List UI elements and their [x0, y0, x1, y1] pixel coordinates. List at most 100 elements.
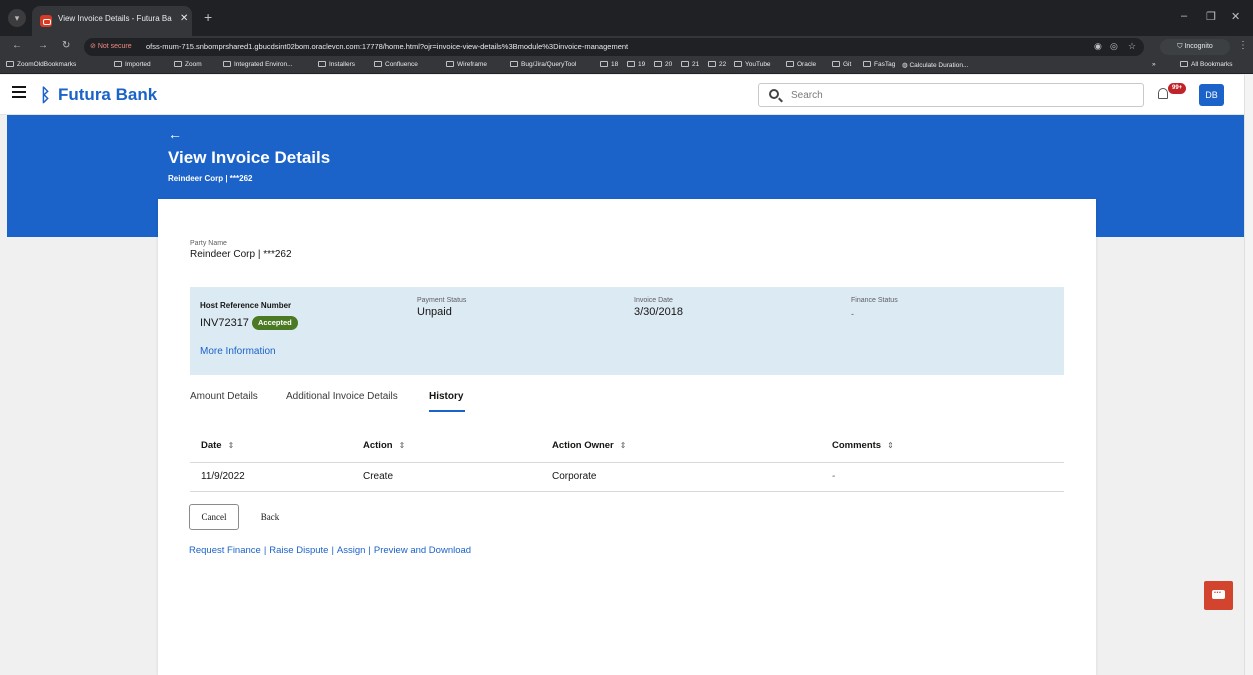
page-title: View Invoice Details: [168, 148, 331, 167]
tab-title: View Invoice Details - Futura Ba: [58, 14, 172, 23]
bookmark-folder[interactable]: FasTag: [863, 61, 895, 68]
bookmark-star-icon[interactable]: ☆: [1128, 41, 1136, 52]
bookmark-calculate-duration[interactable]: ◍ Calculate Duration...: [902, 61, 968, 69]
bookmark-folder[interactable]: 18: [600, 61, 618, 68]
bookmark-folder[interactable]: 19: [627, 61, 645, 68]
invoice-summary-panel: Host Reference Number INV72317 Accepted …: [190, 287, 1064, 375]
chat-icon: [1212, 585, 1225, 599]
bookmark-folder[interactable]: Git: [832, 61, 851, 68]
all-bookmarks[interactable]: All Bookmarks: [1180, 61, 1233, 68]
browser-tab[interactable]: View Invoice Details - Futura Ba ✕: [32, 6, 192, 36]
column-header-action[interactable]: Action ⇕: [363, 440, 405, 451]
back-button[interactable]: Back: [250, 504, 290, 530]
party-name-value: Reindeer Corp | ***262: [190, 249, 292, 260]
bookmark-folder[interactable]: 20: [654, 61, 672, 68]
cell-comments: -: [832, 471, 836, 482]
tab-additional-invoice-details[interactable]: Additional Invoice Details: [286, 391, 398, 402]
browser-menu-icon[interactable]: ⋮: [1238, 40, 1248, 51]
sort-icon[interactable]: ⇕: [887, 441, 894, 450]
bookmark-label: Calculate Duration...: [909, 62, 969, 69]
search-box[interactable]: [758, 83, 1144, 107]
sort-icon[interactable]: ⇕: [620, 441, 627, 450]
sort-icon[interactable]: ⇕: [228, 441, 235, 450]
column-header-action-owner[interactable]: Action Owner ⇕: [552, 440, 626, 451]
address-bar: ← → ↻ ⊘ Not secure ofss-mum-715.snbomprs…: [0, 36, 1253, 58]
host-reference-label: Host Reference Number: [200, 301, 292, 310]
invoice-date-value: 3/30/2018: [634, 306, 683, 318]
not-secure-label: Not secure: [97, 43, 132, 50]
active-tab-indicator: [429, 410, 465, 412]
sort-icon[interactable]: ⇕: [399, 441, 406, 450]
back-arrow-icon[interactable]: ←: [168, 126, 182, 142]
tab-history[interactable]: History: [429, 391, 463, 402]
hamburger-menu-icon[interactable]: [12, 86, 26, 98]
brand-name[interactable]: Futura Bank: [58, 85, 157, 105]
bookmark-folder[interactable]: Installers: [318, 61, 355, 68]
assign-link[interactable]: Assign: [337, 545, 366, 556]
bookmark-label: Integrated Environ...: [234, 61, 293, 68]
bookmark-folder[interactable]: Oracle: [786, 61, 816, 68]
back-nav-icon[interactable]: ←: [12, 40, 22, 51]
restore-icon[interactable]: ❐: [1206, 10, 1216, 23]
cell-date: 11/9/2022: [201, 471, 245, 482]
scrollbar[interactable]: [1244, 75, 1253, 675]
bookmark-label: ZoomOldBookmarks: [17, 61, 77, 68]
link-separator: |: [368, 545, 371, 556]
reload-icon[interactable]: ↻: [62, 40, 70, 51]
request-finance-link[interactable]: Request Finance: [189, 545, 261, 556]
incognito-eye-icon[interactable]: ◎: [1110, 41, 1118, 52]
forward-nav-icon[interactable]: →: [38, 40, 48, 51]
avatar[interactable]: DB: [1199, 84, 1224, 106]
bookmark-folder[interactable]: Integrated Environ...: [223, 61, 293, 68]
oracle-favicon-icon: [40, 15, 52, 27]
raise-dispute-link[interactable]: Raise Dispute: [269, 545, 328, 556]
preview-download-link[interactable]: Preview and Download: [374, 545, 471, 556]
bookmark-label: Confluence: [385, 61, 418, 68]
finance-status-label: Finance Status: [851, 297, 898, 304]
search-icon[interactable]: [769, 89, 779, 99]
bookmark-label: Bug/Jira/QueryTool: [521, 61, 577, 68]
bookmark-folder[interactable]: ZoomOldBookmarks: [6, 61, 76, 68]
close-window-icon[interactable]: ✕: [1231, 10, 1240, 23]
tab-close-icon[interactable]: ✕: [180, 13, 188, 24]
bookmark-folder[interactable]: Confluence: [374, 61, 418, 68]
bookmark-youtube[interactable]: YouTube: [734, 61, 771, 68]
table-header: Date ⇕ Action ⇕ Action Owner ⇕ Comments ⇕: [190, 430, 1064, 463]
bookmark-label: Imported: [125, 61, 151, 68]
column-header-date[interactable]: Date ⇕: [201, 440, 234, 451]
bookmark-folder[interactable]: 21: [681, 61, 699, 68]
bookmark-folder[interactable]: Zoom: [174, 61, 202, 68]
bookmark-label: Wireframe: [457, 61, 487, 68]
bookmark-folder[interactable]: Imported: [114, 61, 151, 68]
tab-amount-details[interactable]: Amount Details: [190, 391, 258, 402]
more-bookmarks-icon[interactable]: »: [1152, 61, 1156, 68]
more-information-link[interactable]: More Information: [200, 346, 276, 357]
column-header-comments[interactable]: Comments ⇕: [832, 440, 894, 451]
url-field[interactable]: ⊘ Not secure ofss-mum-715.snbomprshared1…: [84, 38, 1144, 56]
cancel-button[interactable]: Cancel: [189, 504, 239, 530]
column-label: Date: [201, 440, 222, 451]
column-label: Comments: [832, 440, 882, 451]
invoice-date-label: Invoice Date: [634, 297, 673, 304]
bookmark-folder[interactable]: 22: [708, 61, 726, 68]
not-secure-indicator[interactable]: ⊘ Not secure: [90, 42, 132, 50]
bookmark-label: 20: [665, 61, 673, 68]
chat-button[interactable]: [1204, 581, 1233, 610]
bookmark-folder[interactable]: Bug/Jira/QueryTool: [510, 61, 576, 68]
bookmark-label: Git: [843, 61, 852, 68]
status-badge: Accepted: [252, 316, 298, 330]
bell-icon[interactable]: [1158, 88, 1168, 99]
invoice-card: Party Name Reindeer Corp | ***262 Host R…: [158, 199, 1096, 675]
location-icon[interactable]: ◉: [1094, 41, 1102, 52]
finance-status-value: -: [851, 309, 854, 319]
bookmark-folder[interactable]: Wireframe: [446, 61, 487, 68]
minimize-icon[interactable]: –: [1181, 10, 1187, 22]
search-input[interactable]: [791, 87, 1131, 103]
incognito-button[interactable]: ⛉ Incognito: [1160, 39, 1230, 55]
bookmark-label: 18: [611, 61, 619, 68]
tab-search-button[interactable]: ▾: [8, 9, 26, 27]
new-tab-icon[interactable]: +: [204, 9, 212, 25]
payment-status-value: Unpaid: [417, 306, 452, 318]
table-row: 11/9/2022 Create Corporate -: [190, 463, 1064, 492]
host-reference-value: INV72317: [200, 317, 249, 329]
